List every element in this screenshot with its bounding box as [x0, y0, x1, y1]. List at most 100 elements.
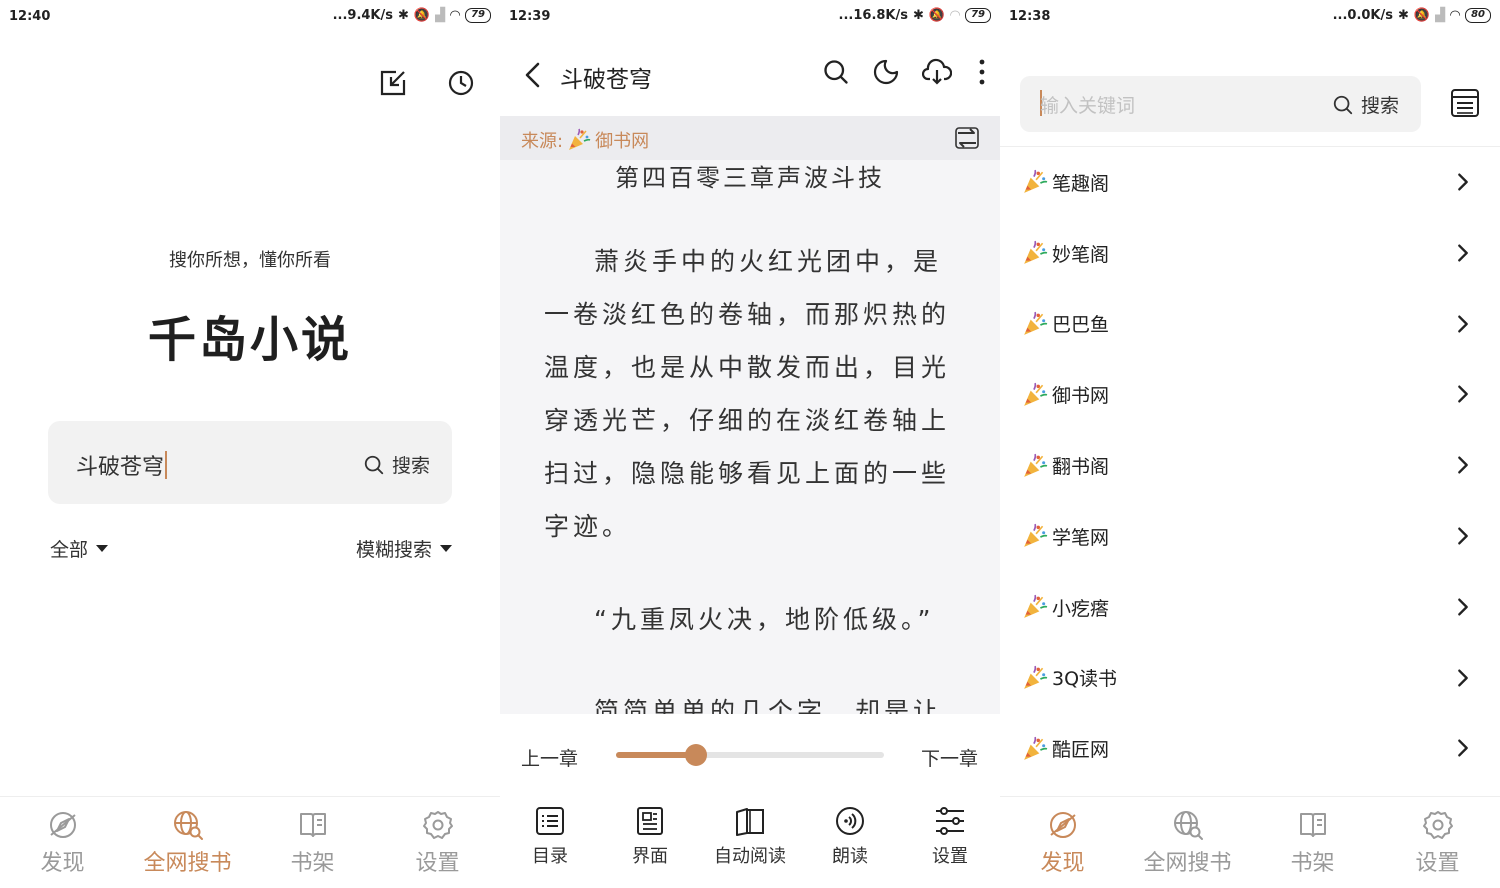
- search-mode-dropdown[interactable]: 模糊搜索: [356, 535, 452, 562]
- interface-button[interactable]: 界面: [600, 806, 700, 868]
- signal-icon: ▟: [1435, 8, 1446, 23]
- chevron-right-icon: [1452, 454, 1474, 476]
- prev-chapter-button[interactable]: 上一章: [521, 744, 578, 771]
- chevron-right-icon: [1452, 525, 1474, 547]
- party-popper-icon: [1022, 382, 1048, 408]
- status-time: 12:40: [9, 9, 51, 24]
- nav-web-search[interactable]: 全网搜书: [125, 797, 250, 888]
- slogan: 搜你所想，懂你所看: [169, 250, 331, 271]
- discover-screen: 12:38 ...0.0K/s ✱ 🔕 ▟ ◠ 80 输入关键词 搜索 笔趣阁妙…: [1000, 0, 1500, 888]
- wifi-icon: ◠: [450, 8, 461, 23]
- nav-settings[interactable]: 设置: [1375, 797, 1500, 888]
- status-indicators: ...9.4K/s ✱ 🔕 ▟ ◠ 79: [333, 8, 491, 23]
- nav-settings[interactable]: 设置: [375, 797, 500, 888]
- chevron-right-icon: [1452, 171, 1474, 193]
- status-time: 12:38: [1009, 9, 1051, 24]
- text-caret: [165, 451, 168, 479]
- party-popper-icon: [1022, 736, 1048, 762]
- source-item[interactable]: 御书网: [1000, 359, 1500, 430]
- source-item[interactable]: 妙笔阁: [1000, 218, 1500, 289]
- night-mode-icon[interactable]: [872, 58, 900, 90]
- more-vertical-icon[interactable]: [974, 58, 990, 90]
- next-chapter-button[interactable]: 下一章: [921, 744, 978, 771]
- history-icon[interactable]: [444, 66, 478, 100]
- source-prefix: 来源:: [521, 131, 564, 152]
- source-list-icon[interactable]: [1450, 88, 1480, 122]
- reader-settings-button[interactable]: 设置: [900, 806, 1000, 868]
- gear-icon: [422, 809, 454, 841]
- source-name: 妙笔阁: [1052, 243, 1110, 266]
- party-popper-icon: [1022, 311, 1048, 337]
- chapter-progress-slider[interactable]: [616, 744, 884, 766]
- source-label: 来源: 御书网: [521, 127, 649, 153]
- wifi-icon: ◠: [1450, 8, 1461, 23]
- tool-label: 界面: [632, 846, 668, 867]
- search-input[interactable]: 斗破苍穹: [76, 449, 168, 481]
- source-item[interactable]: 3Q读书: [1000, 643, 1500, 714]
- search-icon: [1332, 94, 1354, 116]
- dropdown-arrow-icon: [440, 545, 452, 552]
- mute-icon: 🔕: [413, 8, 431, 23]
- speaker-wave-icon: [836, 807, 864, 835]
- scope-dropdown[interactable]: 全部: [50, 535, 109, 562]
- auto-read-button[interactable]: 自动阅读: [700, 806, 800, 868]
- tool-label: 目录: [532, 846, 568, 867]
- party-popper-icon: [1022, 453, 1048, 479]
- nav-discover[interactable]: 发现: [0, 797, 125, 888]
- chevron-right-icon: [1452, 667, 1474, 689]
- reader-content[interactable]: 第四百零三章声波斗技 萧炎手中的火红光团中，是一卷淡红色的卷轴，而那炽热的温度，…: [500, 160, 1000, 714]
- nav-label: 全网搜书: [143, 851, 232, 876]
- source-name: 小疙瘩: [1052, 597, 1110, 620]
- download-icon[interactable]: [921, 58, 953, 90]
- top-action-icons: [376, 66, 478, 100]
- toc-button[interactable]: 目录: [500, 806, 600, 868]
- search-icon[interactable]: [822, 58, 850, 90]
- reader-actions: [822, 58, 990, 90]
- nav-label: 全网搜书: [1143, 851, 1232, 876]
- source-item[interactable]: 笔趣阁: [1000, 147, 1500, 218]
- switch-source-icon[interactable]: [954, 125, 980, 155]
- slider-handle[interactable]: [685, 744, 708, 766]
- source-bar[interactable]: 来源: 御书网: [500, 116, 1000, 160]
- search-button[interactable]: 搜索: [1332, 91, 1399, 118]
- gear-icon: [1422, 809, 1454, 841]
- list-icon: [536, 807, 564, 835]
- progress-fill: [616, 752, 697, 758]
- source-name: 笔趣阁: [1052, 172, 1110, 195]
- source-item[interactable]: 酷匠网: [1000, 713, 1500, 784]
- source-item[interactable]: 小疙瘩: [1000, 572, 1500, 643]
- keyword-search-box[interactable]: 输入关键词 搜索: [1020, 76, 1421, 132]
- source-item[interactable]: 学笔网: [1000, 501, 1500, 572]
- chevron-left-icon: [525, 62, 540, 88]
- app-brand-title: 千岛小说: [147, 312, 352, 368]
- source-item[interactable]: 翻书阁: [1000, 430, 1500, 501]
- party-popper-icon: [1022, 240, 1048, 266]
- keyword-input[interactable]: 输入关键词: [1040, 91, 1135, 118]
- nav-web-search[interactable]: 全网搜书: [1125, 797, 1250, 888]
- network-speed: ...0.0K/s: [1332, 8, 1393, 23]
- mute-icon: 🔕: [928, 8, 946, 23]
- party-popper-icon: [1022, 523, 1048, 549]
- party-popper-icon: [1022, 665, 1048, 691]
- nav-bookshelf[interactable]: 书架: [1250, 797, 1375, 888]
- nav-discover[interactable]: 发现: [1000, 797, 1125, 888]
- read-aloud-button[interactable]: 朗读: [800, 806, 900, 868]
- paragraph: “九重凤火决，地阶低级。”: [594, 605, 935, 634]
- reader-controls: 上一章 下一章 目录 界面 自动阅读 朗读 设置: [500, 714, 1000, 888]
- import-icon[interactable]: [376, 66, 410, 100]
- chapter-title: 第四百零三章声波斗技: [615, 164, 885, 192]
- layout-icon: [637, 807, 663, 835]
- battery-indicator: 79: [965, 8, 991, 23]
- search-button[interactable]: 搜索: [363, 451, 430, 478]
- source-name: 3Q读书: [1052, 668, 1118, 691]
- back-button[interactable]: [522, 60, 544, 94]
- paragraph: 萧炎手中的火红光团中，是一卷淡红色的卷轴，而那炽热的温度，也是从中散发而出，目光…: [544, 247, 951, 541]
- source-name: 巴巴鱼: [1052, 314, 1110, 337]
- globe-search-icon: [1172, 809, 1204, 841]
- reader-screen: 12:39 ...16.8K/s ✱ 🔕 ◠ 79 斗破苍穹 来源: 御书网 第…: [500, 0, 1000, 888]
- nav-label: 设置: [1415, 851, 1460, 876]
- source-item[interactable]: 巴巴鱼: [1000, 289, 1500, 360]
- nav-bookshelf[interactable]: 书架: [250, 797, 375, 888]
- book-search-box[interactable]: 斗破苍穹 搜索: [48, 421, 452, 504]
- nav-label: 书架: [290, 851, 335, 876]
